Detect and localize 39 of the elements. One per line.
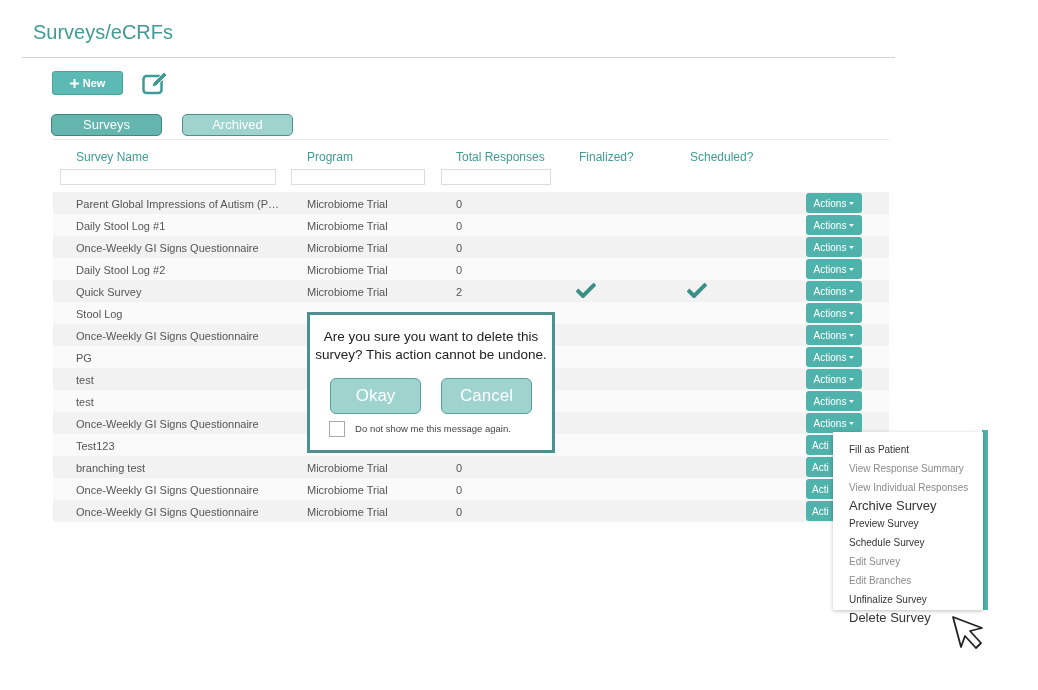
table-cell-text: Microbiome Trial (307, 483, 388, 498)
page-title: Surveys/eCRFs (33, 20, 174, 44)
table-cell-text: branching test (76, 461, 146, 476)
table-cell-text: 0 (456, 461, 463, 476)
table-cell-text: Parent Global Impressions of Autism (P… (76, 197, 279, 212)
table-cell-text: test (76, 395, 94, 410)
table-cell-text: Test123 (76, 439, 115, 454)
table-cell-text: Daily Stool Log #1 (76, 219, 166, 234)
table-cell-text: Microbiome Trial (307, 461, 388, 476)
table-cell-text: 0 (456, 219, 463, 234)
table-cell-text: Once-Weekly GI Signs Questionnaire (76, 505, 259, 520)
column-header: Finalized? (579, 149, 634, 166)
table-cell-text: Once-Weekly GI Signs Questionnaire (76, 417, 259, 432)
table-cell-text: 0 (456, 483, 463, 498)
table-cell-text: 0 (456, 241, 463, 256)
table-cell-text: Microbiome Trial (307, 241, 388, 256)
column-header: Survey Name (76, 149, 149, 166)
table-cell-text: Once-Weekly GI Signs Questionnaire (76, 241, 259, 256)
table-cell-text: Microbiome Trial (307, 505, 388, 520)
column-header: Total Responses (456, 149, 545, 166)
table-cell-text: Microbiome Trial (307, 263, 388, 278)
table-cell-text: Microbiome Trial (307, 197, 388, 212)
table-cell-text: Once-Weekly GI Signs Questionnaire (76, 329, 259, 344)
table-cell-text: Microbiome Trial (307, 285, 388, 300)
table-cell-text: Daily Stool Log #2 (76, 263, 166, 278)
table-cell-text: 0 (456, 263, 463, 278)
table-cell-text: Once-Weekly GI Signs Questionnaire (76, 483, 259, 498)
table-cell-text: Microbiome Trial (307, 219, 388, 234)
table-cell-text: Quick Survey (76, 285, 142, 300)
column-header: Scheduled? (690, 149, 754, 166)
table-cell-text: 0 (456, 505, 463, 520)
table-cell-text: PG (76, 351, 92, 366)
table-cell-text: 0 (456, 197, 463, 212)
table-cell-text: 2 (456, 285, 463, 300)
column-header: Program (307, 149, 353, 166)
table-cell-text: test (76, 373, 94, 388)
dialog-message: Are you sure you want to delete this survey? This action cannot be undone. (314, 328, 548, 364)
table-cell-text: Stool Log (76, 307, 123, 322)
checkbox-label: Do not show me this message again. (355, 421, 511, 436)
